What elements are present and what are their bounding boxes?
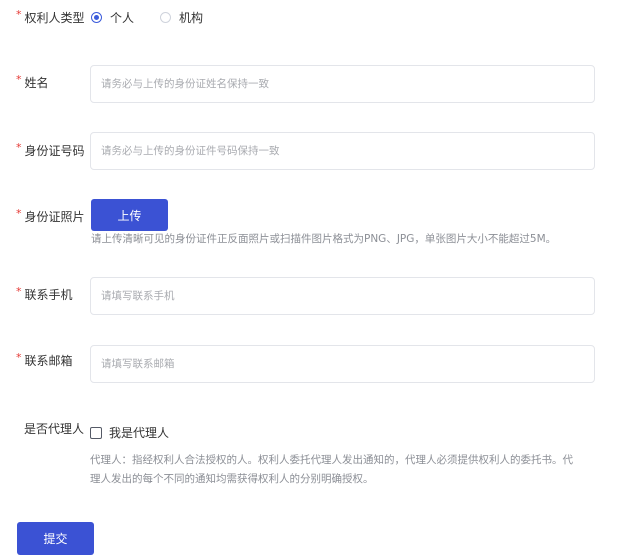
name-label: *姓名 [16,75,49,92]
id-number-input[interactable] [90,132,595,170]
agent-hint-line1: 代理人：指经权利人合法授权的人。权利人委托代理人发出通知的，代理人必须提供权利人… [90,451,573,470]
name-input[interactable] [90,65,595,103]
id-photo-label: *身份证照片 [16,209,85,226]
agent-checkbox-label: 我是代理人 [109,424,169,441]
phone-label: *联系手机 [16,287,73,304]
phone-input[interactable] [90,277,595,315]
radio-individual-label: 个人 [110,9,134,26]
email-input[interactable] [90,345,595,383]
required-mark: * [16,8,22,21]
required-mark: * [16,285,22,298]
email-label-text: 联系邮箱 [25,354,73,368]
agent-hint-line2: 理人发出的每个不同的通知均需获得权利人的分别明确授权。 [90,470,374,489]
required-mark: * [16,207,22,220]
id-photo-hint: 请上传清晰可见的身份证件正反面照片或扫描件图片格式为PNG、JPG，单张图片大小… [91,230,556,249]
required-mark: * [16,141,22,154]
required-mark: * [16,351,22,364]
id-number-label: *身份证号码 [16,143,85,160]
phone-label-text: 联系手机 [25,288,73,302]
agent-checkbox-wrap[interactable]: 我是代理人 [90,424,169,441]
radio-organization[interactable] [160,12,171,23]
upload-button[interactable]: 上传 [91,199,168,231]
id-number-label-text: 身份证号码 [25,144,85,158]
agent-label: 是否代理人 [24,421,84,437]
radio-option-individual[interactable]: 个人 [91,9,134,26]
submit-button[interactable]: 提交 [17,522,94,555]
email-label: *联系邮箱 [16,353,73,370]
rights-holder-type-label-text: 权利人类型 [25,11,85,25]
radio-option-organization[interactable]: 机构 [160,9,203,26]
required-mark: * [16,73,22,86]
radio-individual[interactable] [91,12,102,23]
rights-holder-type-label: *权利人类型 [16,10,85,27]
id-photo-label-text: 身份证照片 [25,210,85,224]
name-label-text: 姓名 [25,76,49,90]
radio-organization-label: 机构 [179,9,203,26]
rights-holder-type-radio-group: 个人 机构 [91,9,229,26]
agent-checkbox[interactable] [90,427,102,439]
